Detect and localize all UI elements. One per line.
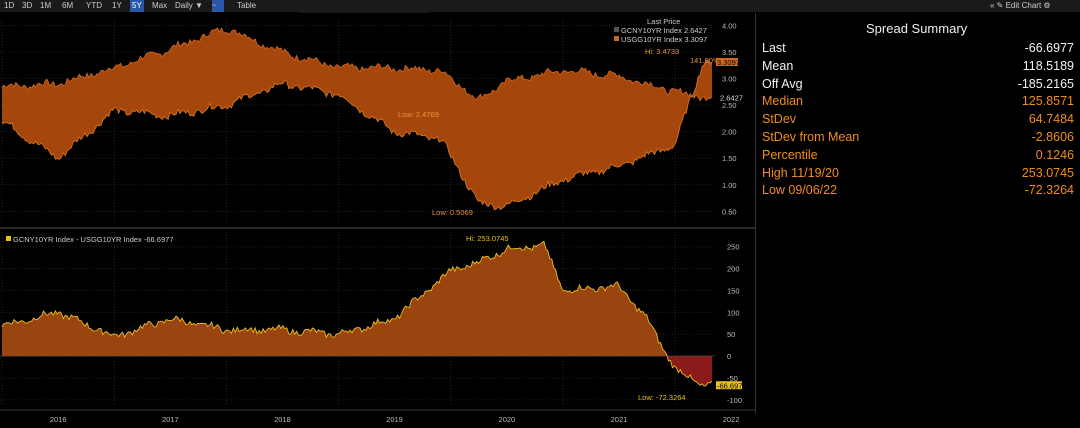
summary-key: StDev <box>762 112 797 127</box>
summary-key: Median <box>762 94 803 109</box>
legend-swatch <box>614 27 619 32</box>
summary-row: Last -66.6977 <box>762 41 1074 59</box>
annotation-label: Low: -72.3264 <box>638 393 686 402</box>
legend-title: Last Price <box>647 17 680 26</box>
spread-summary-panel: Spread Summary Last -66.6977 Mean 118.5189 O… <box>755 13 1080 413</box>
y-tick-label: 100 <box>727 308 740 317</box>
summary-row: StDev 64.7484 <box>762 112 1074 130</box>
summary-value: 118.5189 <box>1022 58 1074 73</box>
summary-title: Spread Summary <box>866 21 968 36</box>
x-tick-label: 2022 <box>723 415 740 424</box>
last-price-tag-label: 2.6427 <box>720 94 743 103</box>
summary-value: -185.2165 <box>1017 76 1074 91</box>
x-tick-label: 2017 <box>162 415 179 424</box>
summary-key: Low 09/06/22 <box>762 183 838 198</box>
summary-key: StDev from Mean <box>762 130 860 144</box>
summary-key: High 11/19/20 <box>762 165 839 180</box>
legend-entry: USGG10YR Index 3.3097 <box>621 35 707 44</box>
y-tick-label: 3.50 <box>722 48 737 57</box>
summary-row: Mean 118.5189 <box>762 59 1074 77</box>
x-tick-label: 2021 <box>611 415 628 424</box>
summary-value: 0.1246 <box>1035 147 1074 162</box>
legend-swatch <box>614 36 619 41</box>
summary-row: StDev from Mean -2.8606 <box>762 130 1074 148</box>
summary-key: Last <box>762 41 786 55</box>
x-tick-label: 2019 <box>386 415 403 424</box>
summary-key: Mean <box>762 58 794 73</box>
x-tick-label: 2016 <box>50 415 67 424</box>
summary-value: 64.7484 <box>1028 112 1074 127</box>
summary-value: -66.6977 <box>1024 41 1074 55</box>
summary-row: Off Avg -185.2165 <box>762 77 1074 95</box>
annotation-label: Hi: 253.0745 <box>466 234 509 243</box>
last-value-tag-label: -66.6977 <box>717 381 747 390</box>
y-tick-label: 1.00 <box>722 181 737 190</box>
x-tick-label: 2018 <box>274 415 291 424</box>
annotation-label: Low: 2.4769 <box>398 110 439 119</box>
y-tick-label: 1.50 <box>722 154 737 163</box>
y-tick-label: -100 <box>727 396 742 405</box>
legend-entry: GCNY10YR Index - USGG10YR Index -66.6977 <box>13 235 174 244</box>
summary-value: 253.0745 <box>1021 165 1074 180</box>
annotation-label: Hi: 3.4733 <box>645 47 679 56</box>
y-tick-label: 50 <box>727 330 735 339</box>
y-tick-label: 2.00 <box>722 128 737 137</box>
y-tick-label: 250 <box>727 243 740 252</box>
summary-key: Off Avg <box>762 76 803 91</box>
summary-row: Median 125.8571 <box>762 94 1074 112</box>
y-tick-label: 200 <box>727 265 740 274</box>
x-tick-label: 2020 <box>499 415 516 424</box>
summary-key: Percentile <box>762 147 818 162</box>
summary-row: High 11/19/20 253.0745 <box>762 166 1074 184</box>
summary-value: -72.3264 <box>1024 183 1074 198</box>
last-price-tag-label: 3.3097 <box>717 58 740 67</box>
annotation-label: 141.90% <box>690 56 720 65</box>
y-tick-label: 150 <box>727 286 740 295</box>
y-tick-label: 3.00 <box>722 74 737 83</box>
y-tick-label: 4.00 <box>722 21 737 30</box>
summary-row: Low 09/06/22 -72.3264 <box>762 183 1074 201</box>
summary-row: Percentile 0.1246 <box>762 148 1074 166</box>
y-tick-label: 0 <box>727 352 731 361</box>
summary-value: 125.8571 <box>1021 94 1074 109</box>
legend-entry: GCNY10YR Index 2.6427 <box>621 26 707 35</box>
annotation-label: Low: 0.5069 <box>432 208 473 217</box>
summary-value: -2.8606 <box>1031 130 1074 144</box>
legend-swatch <box>6 236 11 241</box>
y-tick-label: 0.50 <box>722 207 737 216</box>
